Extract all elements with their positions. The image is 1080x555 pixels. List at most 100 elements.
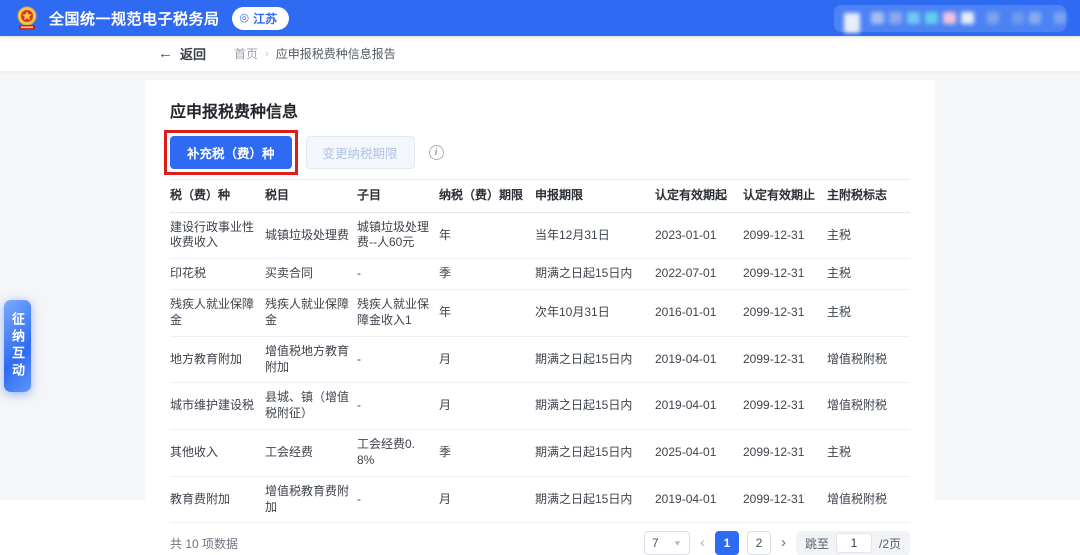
table-cell: 建设行政事业性收费收入: [170, 212, 265, 260]
info-icon[interactable]: i: [428, 144, 444, 160]
table-header-cell: 税目: [265, 179, 357, 213]
table-header-row: 税（费）种 税目 子目 纳税（费）期限 申报期限 认定有效期起 认定有效期止 主附税标志: [170, 179, 910, 213]
breadcrumb-current: 应申报税费种信息报告: [275, 47, 396, 61]
page-button-1[interactable]: 1: [714, 531, 739, 555]
table-row: 印花税 买卖合同 - 季期满之日起15日内 2022-07-01 2099-12-31 主税: [170, 258, 910, 291]
table-cell: 当年12月31日: [535, 212, 655, 260]
table-cell: 2025-04-01: [655, 429, 743, 477]
supplement-tax-type-button[interactable]: 补充税（费）种: [170, 135, 292, 169]
back-label: 返回: [180, 47, 207, 62]
back-button[interactable]: ← 返回: [158, 44, 206, 63]
table-cell: 工会经费: [265, 429, 357, 477]
user-info-blur-chips: [844, 3, 1066, 33]
table-header-cell: 主附税标志: [827, 179, 910, 213]
jump-page-input[interactable]: [835, 533, 872, 554]
table-cell: 主税: [827, 258, 910, 291]
table-cell: 2099-12-31: [743, 382, 827, 431]
table-row: 建设行政事业性收费收入 城镇垃圾处理费 城镇垃圾处理费--人60元年当年12月31日…: [170, 212, 910, 260]
table-cell: 季: [439, 258, 535, 291]
location-badge-label: 江苏: [253, 11, 278, 26]
table-cell: 期满之日起15日内: [535, 258, 655, 291]
breadcrumb: 首页 › 应申报税费种信息报告: [234, 45, 396, 62]
table-cell: 2016-01-01: [655, 289, 743, 337]
table-cell: 2099-12-31: [743, 289, 827, 337]
table-cell: 期满之日起15日内: [535, 429, 655, 477]
tax-table-body: 建设行政事业性收费收入 城镇垃圾处理费 城镇垃圾处理费--人60元年当年12月31日…: [170, 212, 910, 524]
table-cell: -: [357, 382, 439, 431]
app-title: 全国统一规范电子税务局: [49, 10, 220, 28]
table-cell: 城市维护建设税: [170, 382, 265, 431]
table-cell: 县城、镇（增值税附征）: [265, 382, 357, 431]
total-pages-label: /2页: [878, 536, 901, 551]
page-button-2[interactable]: 2: [746, 531, 771, 555]
table-cell: 2023-01-01: [655, 212, 743, 260]
total-count-label: 共 10 项数据: [170, 536, 239, 551]
table-header-cell: 子目: [357, 179, 439, 213]
jump-to-page-group: 跳至 /2页: [795, 531, 910, 555]
table-row: 城市维护建设税 县城、镇（增值税附征） - 月期满之日起15日内 2019-04-01 2…: [170, 382, 910, 431]
page-title: 应申报税费种信息: [170, 104, 299, 121]
breadcrumb-home[interactable]: 首页: [234, 45, 258, 62]
content-card: 应申报税费种信息 补充税（费）种 变更纳税期限 i 税（费）种 税目 子目 纳税（费）…: [145, 80, 935, 555]
table-row: 其他收入 工会经费 工会经费0.8% 季期满之日起15日内 2025-04-01 2099…: [170, 429, 910, 477]
table-cell: 增值税附税: [827, 336, 910, 384]
page-size-select[interactable]: 7 ▼: [643, 531, 690, 555]
table-footer: 共 10 项数据 7 ▼ ‹ 1 2 › 跳至 /2页: [170, 523, 910, 555]
table-cell: 城镇垃圾处理费--人60元: [357, 212, 439, 260]
table-header-cell: 认定有效期起: [655, 179, 743, 213]
location-pin-icon: ◎: [239, 11, 250, 24]
prev-page-icon[interactable]: ‹: [698, 531, 707, 555]
table-cell: 季: [439, 429, 535, 477]
table-header-cell: 申报期限: [535, 179, 655, 213]
table-row: 地方教育附加 增值税地方教育附加 - 月期满之日起15日内 2019-04-01 2099…: [170, 336, 910, 384]
pagination: 7 ▼ ‹ 1 2 › 跳至 /2页: [643, 531, 910, 555]
table-header-cell: 认定有效期止: [743, 179, 827, 213]
user-info-blurred[interactable]: [834, 3, 1066, 33]
table-cell: 增值税附税: [827, 382, 910, 431]
table-cell: 主税: [827, 212, 910, 260]
table-cell: -: [357, 336, 439, 384]
breadcrumb-bar: ← 返回 首页 › 应申报税费种信息报告: [0, 36, 1080, 72]
back-arrow-icon: ←: [158, 45, 173, 62]
table-cell: 其他收入: [170, 429, 265, 477]
top-header-bar: 全国统一规范电子税务局 ◎ 江苏: [0, 0, 1080, 36]
table-cell: 残疾人就业保障金: [170, 289, 265, 337]
table-cell: 月: [439, 336, 535, 384]
toolbar: 补充税（费）种 变更纳税期限 i: [164, 129, 910, 175]
table-cell: 年: [439, 212, 535, 260]
tax-types-table: 税（费）种 税目 子目 纳税（费）期限 申报期限 认定有效期起 认定有效期止 主附税标志 建设…: [170, 179, 910, 524]
table-cell: 月: [439, 382, 535, 431]
table-cell: 期满之日起15日内: [535, 382, 655, 431]
table-cell: 城镇垃圾处理费: [265, 212, 357, 260]
page-background: 应申报税费种信息 补充税（费）种 变更纳税期限 i 税（费）种 税目 子目 纳税（费）…: [0, 72, 1080, 555]
table-cell: 残疾人就业保障金: [265, 289, 357, 337]
next-page-icon[interactable]: ›: [779, 531, 788, 555]
location-badge[interactable]: ◎ 江苏: [231, 6, 290, 30]
table-cell: 主税: [827, 429, 910, 477]
table-cell: 主税: [827, 289, 910, 337]
table-cell: 地方教育附加: [170, 336, 265, 384]
table-cell: -: [357, 258, 439, 291]
table-row: 残疾人就业保障金 残疾人就业保障金 残疾人就业保障金收入1 年次年10月31日 2016…: [170, 289, 910, 337]
chevron-down-icon: ▼: [673, 539, 682, 548]
table-cell: 2019-04-01: [655, 382, 743, 431]
table-cell: 工会经费0.8%: [357, 429, 439, 477]
breadcrumb-separator-icon: ›: [265, 47, 269, 60]
table-cell: 2099-12-31: [743, 336, 827, 384]
table-cell: 2099-12-31: [743, 212, 827, 260]
table-cell: 买卖合同: [265, 258, 357, 291]
change-tax-period-button[interactable]: 变更纳税期限: [305, 135, 415, 169]
interaction-side-tab[interactable]: 征纳互动: [4, 300, 31, 392]
table-cell: 印花税: [170, 258, 265, 291]
table-cell: 2022-07-01: [655, 258, 743, 291]
tax-bureau-logo-icon: [14, 5, 40, 31]
table-header-cell: 纳税（费）期限: [439, 179, 535, 213]
table-cell: 残疾人就业保障金收入1: [357, 289, 439, 337]
table-cell: 2099-12-31: [743, 258, 827, 291]
table-cell: 增值税地方教育附加: [265, 336, 357, 384]
table-cell: 年: [439, 289, 535, 337]
page-size-value: 7: [651, 536, 659, 551]
table-cell: 期满之日起15日内: [535, 336, 655, 384]
jump-label: 跳至: [804, 536, 829, 551]
table-cell: 2019-04-01: [655, 336, 743, 384]
